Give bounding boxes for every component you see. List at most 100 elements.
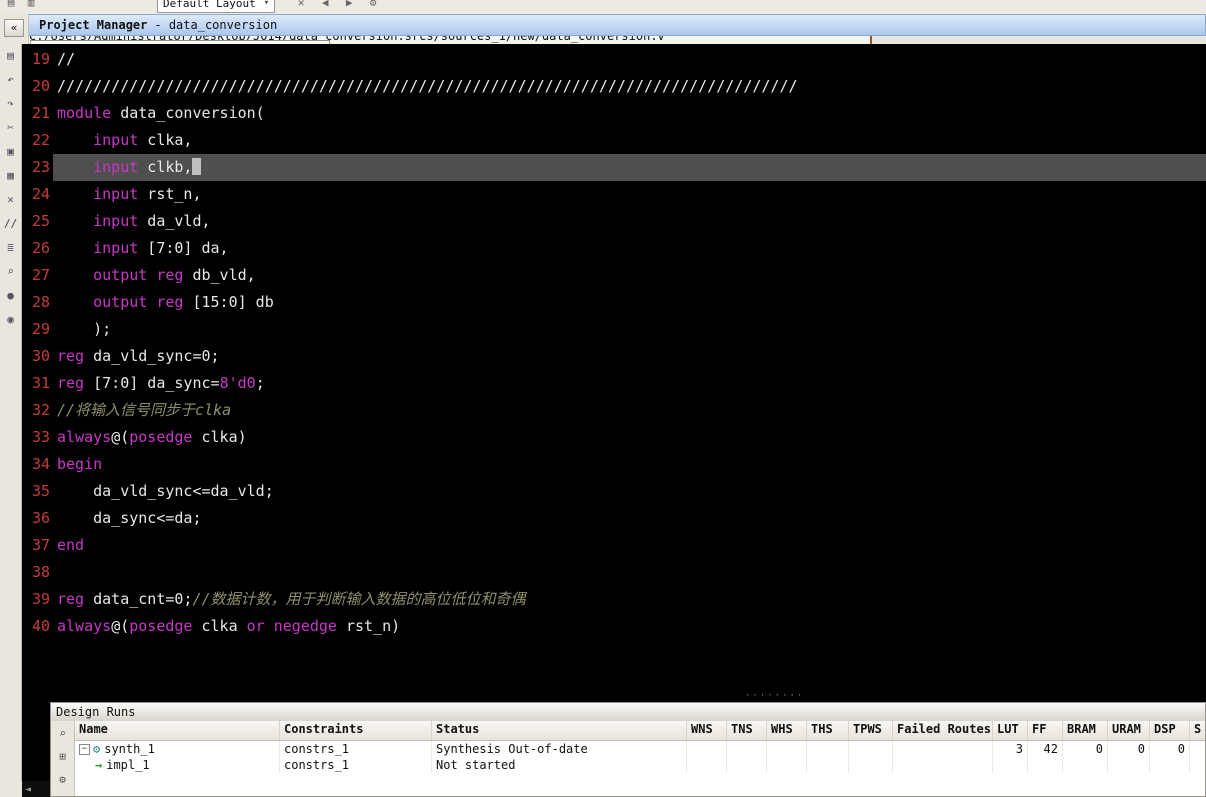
page-title: Project Manager — [39, 18, 147, 32]
cell-wns — [687, 757, 727, 773]
code-line[interactable]: 26 input [7:0] da, — [22, 235, 1206, 262]
light-bulb-icon[interactable]: ● — [3, 288, 19, 304]
close-window-icon[interactable]: ✕ — [293, 0, 309, 11]
code-line-text: end — [53, 532, 1206, 559]
copy-icon[interactable]: ▣ — [3, 144, 19, 160]
column-header-uram[interactable]: URAM — [1108, 721, 1150, 740]
code-line-text: always@(posedge clka) — [53, 424, 1206, 451]
editor-toolbar: ▤ ↶ ↷ ✂ ▣ ▦ ✕ // ≣ ⌕ ● ◉ — [0, 44, 22, 781]
code-line[interactable]: 32//将输入信号同步于clka — [22, 397, 1206, 424]
redo-icon[interactable]: ↷ — [3, 96, 19, 112]
code-line[interactable]: 39reg data_cnt=0;//数据计数，用于判断输入数据的高位低位和奇偶 — [22, 586, 1206, 613]
code-line-text: da_vld_sync<=da_vld; — [53, 478, 1206, 505]
column-header-tns[interactable]: TNS — [727, 721, 767, 740]
code-editor[interactable]: 19//20//////////////////////////////////… — [22, 44, 1206, 781]
column-header-status[interactable]: Status — [432, 721, 687, 740]
cut-icon[interactable]: ✂ — [3, 120, 19, 136]
code-line-text: input clkb, — [53, 154, 1206, 181]
line-numbers-icon[interactable]: ≣ — [3, 240, 19, 256]
code-line-text: ////////////////////////////////////////… — [53, 73, 1206, 100]
code-line[interactable]: 35 da_vld_sync<=da_vld; — [22, 478, 1206, 505]
collapse-panel-button[interactable]: « — [4, 19, 24, 37]
code-line[interactable]: 34begin — [22, 451, 1206, 478]
cell-uram — [1108, 757, 1150, 773]
scroll-left-icon[interactable]: ◄ — [25, 784, 31, 795]
code-line-text: reg [7:0] da_sync=8'd0; — [53, 370, 1206, 397]
column-header-lut[interactable]: LUT — [993, 721, 1028, 740]
settings-icon[interactable]: ⚙ — [54, 771, 71, 788]
line-number: 39 — [22, 586, 53, 613]
design-runs-header: NameConstraintsStatusWNSTNSWHSTHSTPWSFai… — [75, 721, 1205, 741]
open-file-icon[interactable]: ▥ — [23, 0, 39, 11]
design-run-row[interactable]: →impl_1constrs_1Not started — [75, 757, 1205, 773]
line-number: 34 — [22, 451, 53, 478]
code-line[interactable]: 23 input clkb, — [22, 154, 1206, 181]
undo-icon[interactable]: ↶ — [3, 72, 19, 88]
previous-icon[interactable]: ◀ — [317, 0, 333, 11]
code-line-text: input rst_n, — [53, 181, 1206, 208]
code-line[interactable]: 19// — [22, 46, 1206, 73]
code-line[interactable]: 22 input clka, — [22, 127, 1206, 154]
line-number: 30 — [22, 343, 53, 370]
settings-icon[interactable]: ⚙ — [365, 0, 381, 11]
column-header-whs[interactable]: WHS — [767, 721, 807, 740]
save-icon[interactable]: ▤ — [3, 48, 19, 64]
code-line[interactable]: 31reg [7:0] da_sync=8'd0; — [22, 370, 1206, 397]
column-header-wns[interactable]: WNS — [687, 721, 727, 740]
cell-wns — [687, 741, 727, 757]
code-line[interactable]: 33always@(posedge clka) — [22, 424, 1206, 451]
code-line[interactable]: 20//////////////////////////////////////… — [22, 73, 1206, 100]
synthesis-run-icon: ⚙ — [93, 741, 100, 757]
code-line[interactable]: 36 da_sync<=da; — [22, 505, 1206, 532]
code-line-text: output reg db_vld, — [53, 262, 1206, 289]
column-header-dsp[interactable]: DSP — [1150, 721, 1190, 740]
line-number: 20 — [22, 73, 53, 100]
code-line[interactable]: 37end — [22, 532, 1206, 559]
design-runs-toolbar: ⌕⊞⚙▶ — [51, 721, 75, 796]
cell-tns — [727, 757, 767, 773]
column-header-failed-routes[interactable]: Failed Routes — [893, 721, 993, 740]
column-header-s[interactable]: S — [1190, 721, 1205, 740]
column-header-bram[interactable]: BRAM — [1063, 721, 1108, 740]
code-line-text: //将输入信号同步于clka — [53, 397, 1206, 424]
cell-uram: 0 — [1108, 741, 1150, 757]
line-number: 32 — [22, 397, 53, 424]
layout-selector[interactable]: Default Layout ▾ — [157, 0, 275, 13]
find-icon[interactable]: ⌕ — [3, 264, 19, 280]
column-header-name[interactable]: Name — [75, 721, 280, 740]
comment-icon[interactable]: // — [3, 216, 19, 232]
code-line[interactable]: 24 input rst_n, — [22, 181, 1206, 208]
paste-icon[interactable]: ▦ — [3, 168, 19, 184]
next-icon[interactable]: ▶ — [341, 0, 357, 11]
code-line-text: reg da_vld_sync=0; — [53, 343, 1206, 370]
cell-bram: 0 — [1063, 741, 1108, 757]
cell-status: Not started — [432, 757, 687, 773]
column-header-ff[interactable]: FF — [1028, 721, 1063, 740]
design-run-row[interactable]: −⚙synth_1constrs_1Synthesis Out-of-date3… — [75, 741, 1205, 757]
delete-icon[interactable]: ✕ — [3, 192, 19, 208]
code-line-text: module data_conversion( — [53, 100, 1206, 127]
dark-bulb-icon[interactable]: ◉ — [3, 312, 19, 328]
line-number: 28 — [22, 289, 53, 316]
cell-constraints: constrs_1 — [280, 741, 432, 757]
code-line[interactable]: 29 ); — [22, 316, 1206, 343]
code-line[interactable]: 40always@(posedge clka or negedge rst_n) — [22, 613, 1206, 640]
code-line[interactable]: 25 input da_vld, — [22, 208, 1206, 235]
code-line[interactable]: 28 output reg [15:0] db — [22, 289, 1206, 316]
code-line[interactable]: 38 — [22, 559, 1206, 586]
expand-all-icon[interactable]: ⊞ — [54, 748, 71, 765]
cell-lut: 3 — [993, 741, 1028, 757]
new-file-icon[interactable]: ▤ — [3, 0, 19, 11]
code-line[interactable]: 27 output reg db_vld, — [22, 262, 1206, 289]
code-line[interactable]: 21module data_conversion( — [22, 100, 1206, 127]
line-number: 25 — [22, 208, 53, 235]
splitter-handle[interactable]: ········ — [745, 691, 804, 701]
column-header-ths[interactable]: THS — [807, 721, 849, 740]
column-header-tpws[interactable]: TPWS — [849, 721, 893, 740]
design-runs-table: NameConstraintsStatusWNSTNSWHSTHSTPWSFai… — [75, 721, 1205, 796]
code-line[interactable]: 30reg da_vld_sync=0; — [22, 343, 1206, 370]
column-header-constraints[interactable]: Constraints — [280, 721, 432, 740]
search-icon[interactable]: ⌕ — [54, 725, 71, 742]
cell-constraints: constrs_1 — [280, 757, 432, 773]
tree-expander-icon[interactable]: − — [79, 744, 90, 755]
